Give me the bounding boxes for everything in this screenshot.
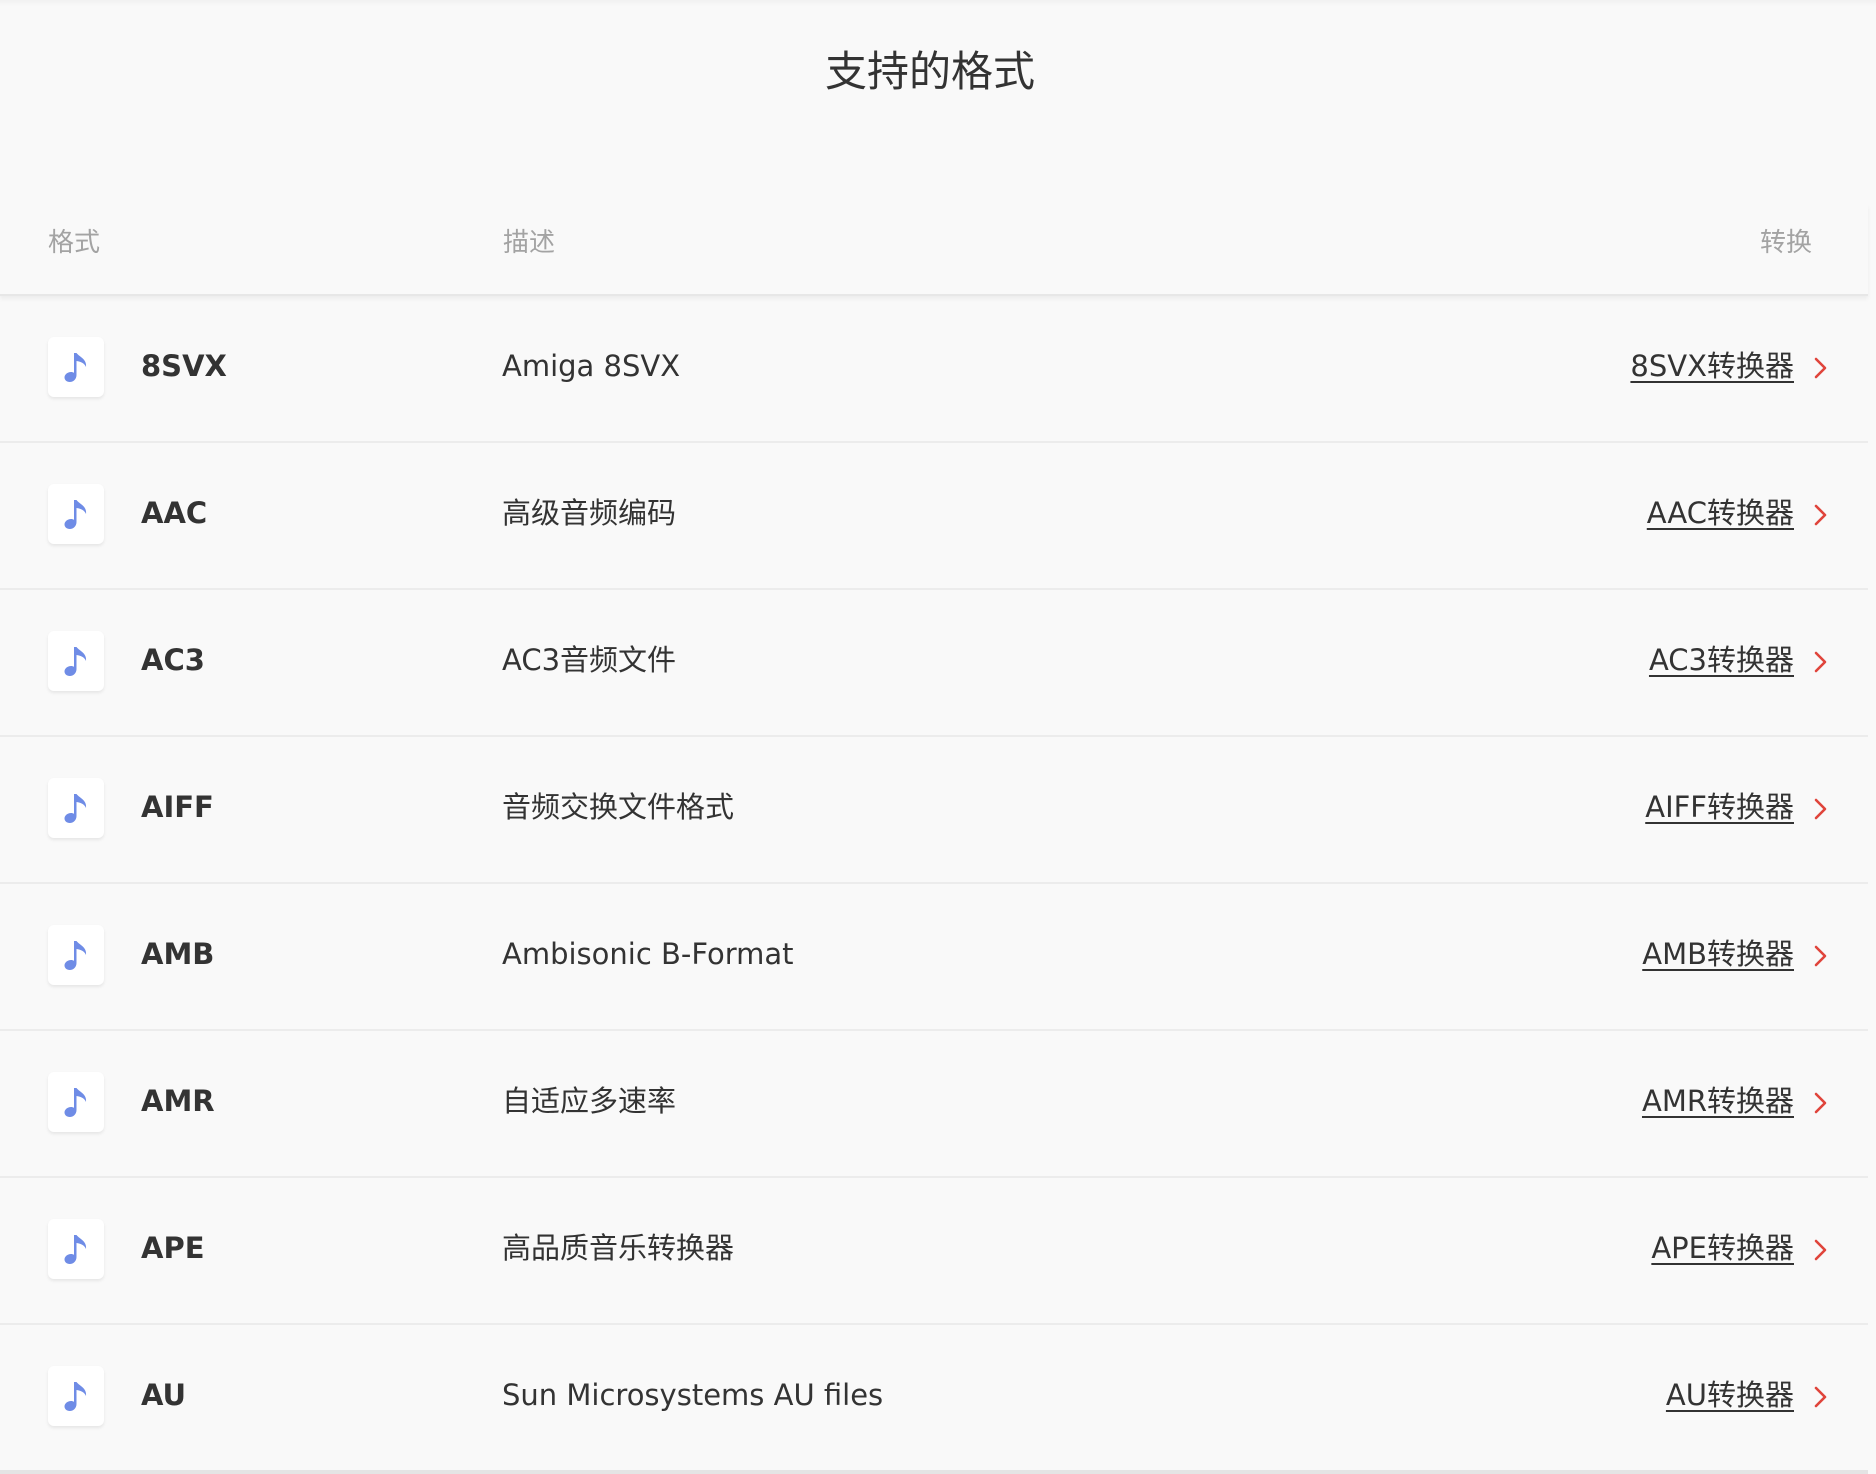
table-header: 格式 描述 转换 [0, 204, 1868, 296]
converter-link[interactable]: APE转换器 [1651, 1228, 1794, 1268]
format-icon-box [48, 925, 104, 985]
page: 支持的格式 格式 描述 转换 8SVX Amiga 8SVX 8SVX转换器 A… [0, 0, 1876, 1474]
formats-table: 格式 描述 转换 8SVX Amiga 8SVX 8SVX转换器 AAC 高级音… [0, 204, 1868, 1474]
format-name: APE [141, 1231, 205, 1265]
chevron-right-icon[interactable] [1810, 1090, 1832, 1116]
format-description: 高级音频编码 [502, 496, 677, 530]
table-body: 8SVX Amiga 8SVX 8SVX转换器 AAC 高级音频编码 AAC转换… [0, 296, 1868, 1474]
music-note-icon [64, 500, 87, 529]
format-description: 高品质音乐转换器 [502, 1231, 735, 1265]
format-name: AMB [141, 937, 215, 971]
table-row: AMB Ambisonic B-Format AMB转换器 [0, 884, 1868, 1031]
format-icon-box [48, 778, 104, 838]
format-description: Sun Microsystems AU files [502, 1378, 884, 1412]
chevron-right-icon[interactable] [1810, 943, 1832, 969]
chevron-right-icon[interactable] [1810, 649, 1832, 675]
music-note-icon [64, 1235, 87, 1264]
converter-link[interactable]: AMB转换器 [1642, 934, 1794, 974]
format-description: Amiga 8SVX [502, 349, 681, 383]
top-shade [0, 0, 1876, 6]
format-name: 8SVX [141, 349, 227, 383]
chevron-right-icon[interactable] [1810, 502, 1832, 528]
format-name: AU [141, 1378, 187, 1412]
table-row: AC3 AC3音频文件 AC3转换器 [0, 590, 1868, 737]
table-row: APE 高品质音乐转换器 APE转换器 [0, 1178, 1868, 1325]
music-note-icon [64, 1088, 87, 1117]
format-icon-box [48, 1366, 104, 1426]
music-note-icon [64, 941, 87, 970]
table-row: AMR 自适应多速率 AMR转换器 [0, 1031, 1868, 1178]
table-row: AU Sun Microsystems AU files AU转换器 [0, 1325, 1868, 1474]
chevron-right-icon[interactable] [1810, 355, 1832, 381]
music-note-icon [64, 1382, 87, 1411]
format-description: 音频交换文件格式 [502, 790, 735, 824]
table-row: AIFF 音频交换文件格式 AIFF转换器 [0, 737, 1868, 884]
converter-link[interactable]: 8SVX转换器 [1630, 346, 1794, 386]
converter-link[interactable]: AAC转换器 [1647, 493, 1794, 533]
format-icon-box [48, 1072, 104, 1132]
page-title: 支持的格式 [824, 47, 1035, 96]
format-name: AAC [141, 496, 208, 530]
table-row: 8SVX Amiga 8SVX 8SVX转换器 [0, 296, 1868, 443]
converter-link[interactable]: AC3转换器 [1649, 640, 1794, 680]
format-icon-box [48, 484, 104, 544]
format-description: AC3音频文件 [502, 643, 677, 677]
converter-link[interactable]: AU转换器 [1666, 1375, 1794, 1415]
format-description: 自适应多速率 [502, 1084, 677, 1118]
format-name: AMR [141, 1084, 215, 1118]
music-note-icon [64, 647, 87, 676]
chevron-right-icon[interactable] [1810, 1237, 1832, 1263]
table-row: AAC 高级音频编码 AAC转换器 [0, 443, 1868, 590]
chevron-right-icon[interactable] [1810, 1384, 1832, 1410]
header-convert: 转换 [1759, 228, 1812, 258]
format-icon-box [48, 337, 104, 397]
format-icon-box [48, 1219, 104, 1279]
music-note-icon [64, 794, 87, 823]
format-name: AIFF [141, 790, 214, 824]
music-note-icon [64, 353, 87, 382]
format-name: AC3 [141, 643, 205, 677]
format-description: Ambisonic B-Format [502, 937, 794, 971]
format-icon-box [48, 631, 104, 691]
header-format: 格式 [48, 228, 101, 258]
chevron-right-icon[interactable] [1810, 796, 1832, 822]
converter-link[interactable]: AMR转换器 [1642, 1081, 1794, 1121]
converter-link[interactable]: AIFF转换器 [1645, 787, 1794, 827]
header-description: 描述 [503, 228, 556, 258]
